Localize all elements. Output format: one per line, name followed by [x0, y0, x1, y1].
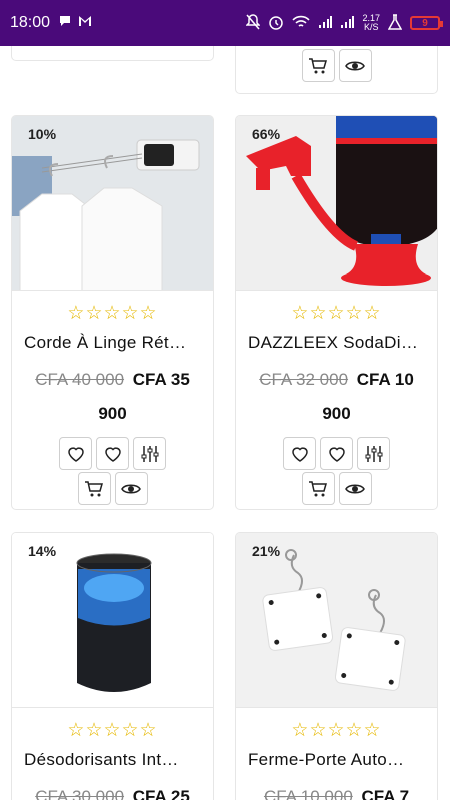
signal-icon-2 [340, 15, 355, 32]
clock: 18:00 [10, 14, 51, 31]
old-price: CFA 10 000 [263, 787, 353, 800]
new-price: CFA 25 [132, 787, 190, 800]
product-card[interactable]: 14% ☆☆☆☆☆ Désodorisants Int… CFA 30 000 … [11, 532, 214, 800]
product-title[interactable]: Ferme-Porte Auto… [236, 750, 437, 770]
new-price-continued: 900 [98, 404, 127, 423]
sliders-icon [365, 445, 382, 462]
rating-stars: ☆☆☆☆☆ [291, 720, 382, 741]
add-to-cart-button[interactable] [77, 472, 111, 505]
clothesline-image[interactable]: 10% [12, 116, 213, 291]
cart-icon [309, 57, 327, 73]
eye-icon [345, 60, 365, 71]
discount-badge: 10% [28, 126, 57, 142]
heart-icon [328, 446, 345, 462]
soda-dispenser-image[interactable]: 66% [236, 116, 437, 291]
air-purifier-illustration [12, 533, 213, 707]
wishlist-button-2[interactable] [320, 437, 353, 470]
product-card-partial-right[interactable] [235, 46, 438, 94]
old-price: CFA 32 000 [259, 370, 349, 389]
discount-badge: 14% [28, 543, 57, 559]
cart-icon [85, 480, 103, 496]
cart-icon [309, 480, 327, 496]
wifi-icon [292, 15, 311, 32]
compare-button[interactable] [357, 437, 390, 470]
product-title[interactable]: Corde À Linge Rét… [12, 333, 213, 353]
clothesline-illustration [12, 116, 213, 290]
quick-view-button[interactable] [338, 472, 372, 505]
new-price: CFA 35 [132, 370, 190, 389]
rating-stars: ☆☆☆☆☆ [67, 720, 158, 741]
product-title[interactable]: DAZZLEEX SodaDi… [236, 333, 437, 353]
wishlist-button-2[interactable] [96, 437, 129, 470]
product-card-partial-left[interactable] [11, 46, 214, 61]
quick-view-button[interactable] [338, 49, 372, 82]
price: CFA 30 000 CFA 25 [12, 780, 213, 800]
sliders-icon [141, 445, 158, 462]
chat-icon [58, 14, 72, 33]
heart-icon [104, 446, 121, 462]
network-speed: 2.17 K/S [362, 13, 380, 32]
door-closer-image[interactable]: 21% [236, 533, 437, 708]
new-price: CFA 7 [361, 787, 410, 800]
product-card[interactable]: 21% ☆☆☆☆☆ Ferme-Porte Auto… CFA 10 000 C… [235, 532, 438, 800]
price: CFA 32 000 CFA 10 900 [236, 363, 437, 431]
new-price-continued: 900 [322, 404, 351, 423]
eye-icon [345, 483, 365, 494]
add-to-cart-button[interactable] [301, 49, 335, 82]
discount-badge: 66% [252, 126, 281, 142]
door-closer-illustration [236, 533, 437, 707]
old-price: CFA 40 000 [35, 370, 125, 389]
status-bar: 18:00 2.17 K/S 9 [0, 0, 450, 46]
rating-stars: ☆☆☆☆☆ [67, 303, 158, 324]
flask-icon [387, 13, 403, 33]
signal-icon-1 [318, 15, 333, 32]
product-title[interactable]: Désodorisants Int… [12, 750, 213, 770]
discount-badge: 21% [252, 543, 281, 559]
soda-dispenser-illustration [236, 116, 437, 290]
alarm-icon [268, 14, 284, 33]
eye-icon [121, 483, 141, 494]
quick-view-button[interactable] [114, 472, 148, 505]
rating-stars: ☆☆☆☆☆ [291, 303, 382, 324]
battery-icon: 9 [410, 16, 443, 30]
wishlist-button[interactable] [59, 437, 92, 470]
air-purifier-image[interactable]: 14% [12, 533, 213, 708]
new-price: CFA 10 [356, 370, 414, 389]
product-card[interactable]: 10% ☆☆☆☆☆ Corde À Linge Rét… CFA 40 000 … [11, 115, 214, 510]
heart-icon [291, 446, 308, 462]
wishlist-button[interactable] [283, 437, 316, 470]
add-to-cart-button[interactable] [301, 472, 335, 505]
heart-icon [67, 446, 84, 462]
price: CFA 40 000 CFA 35 900 [12, 363, 213, 431]
compare-button[interactable] [133, 437, 166, 470]
mute-icon [245, 13, 262, 33]
price: CFA 10 000 CFA 7 [236, 780, 437, 800]
old-price: CFA 30 000 [35, 787, 125, 800]
gmail-icon [78, 14, 92, 32]
product-grid: 10% ☆☆☆☆☆ Corde À Linge Rét… CFA 40 000 … [0, 46, 450, 800]
product-card[interactable]: 66% ☆☆☆☆☆ DAZZLEEX SodaDi… CFA 32 000 CF… [235, 115, 438, 510]
